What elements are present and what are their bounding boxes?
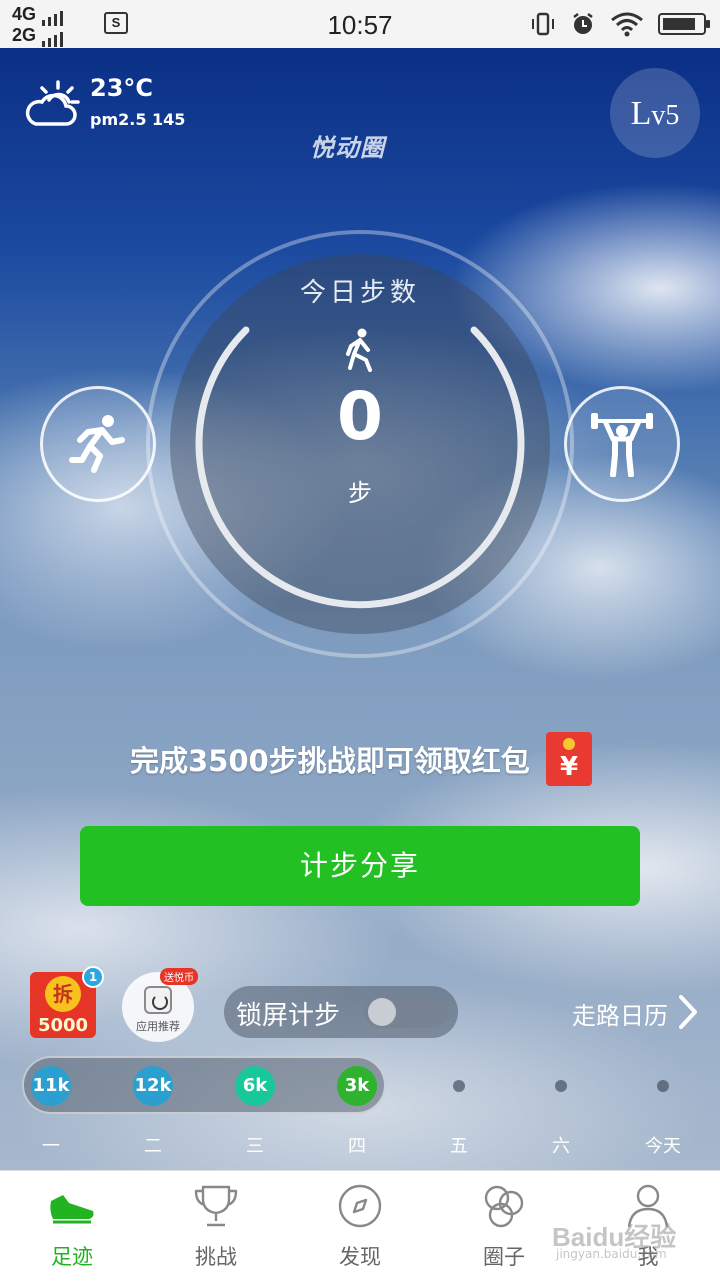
reward-amount: 5000: [37, 1015, 89, 1036]
step-count: 0: [337, 378, 383, 455]
notification-badge: 1: [82, 966, 104, 988]
day-empty-dot[interactable]: [453, 1080, 465, 1092]
day-empty-dot[interactable]: [555, 1080, 567, 1092]
dial-label: 今日步数: [299, 278, 420, 308]
step-unit: 步: [348, 479, 372, 507]
day-label: 四: [348, 1136, 366, 1157]
tab-label: 挑战: [195, 1245, 237, 1269]
bottom-tab-bar: 足迹 挑战 发现 圈子 我 Baidu经验 jingyan.baidu.com: [0, 1170, 720, 1280]
day-label: 二: [144, 1136, 162, 1157]
vibrate-icon: [532, 12, 554, 36]
day-steps-bubble[interactable]: 12k: [133, 1066, 173, 1106]
day-label: 六: [552, 1136, 570, 1157]
app-store-icon: [144, 986, 172, 1014]
walking-person-icon: [346, 328, 372, 372]
shoe-icon: [50, 1195, 94, 1224]
tab-challenge[interactable]: 挑战: [144, 1171, 288, 1281]
weightlifter-icon: [591, 413, 653, 477]
chevron-right-icon[interactable]: [676, 994, 700, 1030]
battery-icon: [658, 13, 710, 35]
tab-label: 发现: [339, 1245, 381, 1269]
tab-discover[interactable]: 发现: [288, 1171, 432, 1281]
lock-screen-label: 锁屏计步: [236, 1001, 341, 1031]
challenge-banner[interactable]: 完成3500步挑战即可领取红包: [130, 738, 530, 780]
run-mode-button[interactable]: [40, 386, 156, 502]
running-person-icon: [69, 415, 125, 473]
circles-icon: [484, 1185, 524, 1228]
day-empty-dot[interactable]: [657, 1080, 669, 1092]
red-envelope-icon[interactable]: ¥: [546, 732, 592, 786]
day-steps-bubble[interactable]: 3k: [337, 1066, 377, 1106]
day-label: 一: [42, 1136, 60, 1157]
wifi-icon: [611, 12, 643, 37]
trophy-icon: [194, 1185, 238, 1227]
day-label: 三: [246, 1136, 264, 1157]
open-reward-button[interactable]: 拆 5000 1: [30, 966, 104, 1038]
fitness-mode-button[interactable]: [564, 386, 680, 502]
compass-icon: [338, 1184, 382, 1228]
main-panel: 23°C pm2.5 145 悦动圈 Lv5 今日步数 0 步 完成3500步挑…: [0, 48, 720, 1170]
walk-calendar-link[interactable]: 走路日历: [572, 996, 668, 1031]
coin-icon: 拆: [45, 976, 81, 1012]
share-steps-button[interactable]: 计步分享: [80, 826, 640, 906]
app-recommend-label: 应用推荐: [136, 1020, 180, 1033]
alarm-icon: [573, 13, 593, 34]
coin-gift-tag: 送悦币: [160, 968, 198, 985]
week-history-pill: [22, 1056, 386, 1114]
toggle-knob: [368, 998, 396, 1026]
lock-screen-step-row: 锁屏计步: [224, 986, 458, 1038]
app-recommend-button[interactable]: 送悦币 应用推荐: [122, 968, 198, 1042]
day-steps-bubble[interactable]: 6k: [235, 1066, 275, 1106]
day-steps-bubble[interactable]: 11k: [31, 1066, 71, 1106]
day-label: 五: [450, 1136, 468, 1157]
status-bar: 4G 2G S 10:57: [0, 0, 720, 48]
lock-screen-toggle[interactable]: [364, 996, 448, 1028]
envelope-seal: [563, 738, 575, 750]
tab-label: 足迹: [51, 1245, 93, 1269]
watermark-url: jingyan.baidu.com: [556, 1247, 667, 1261]
day-label: 今天: [645, 1136, 681, 1157]
tab-footprint[interactable]: 足迹: [0, 1171, 144, 1281]
yen-symbol: ¥: [559, 752, 579, 782]
